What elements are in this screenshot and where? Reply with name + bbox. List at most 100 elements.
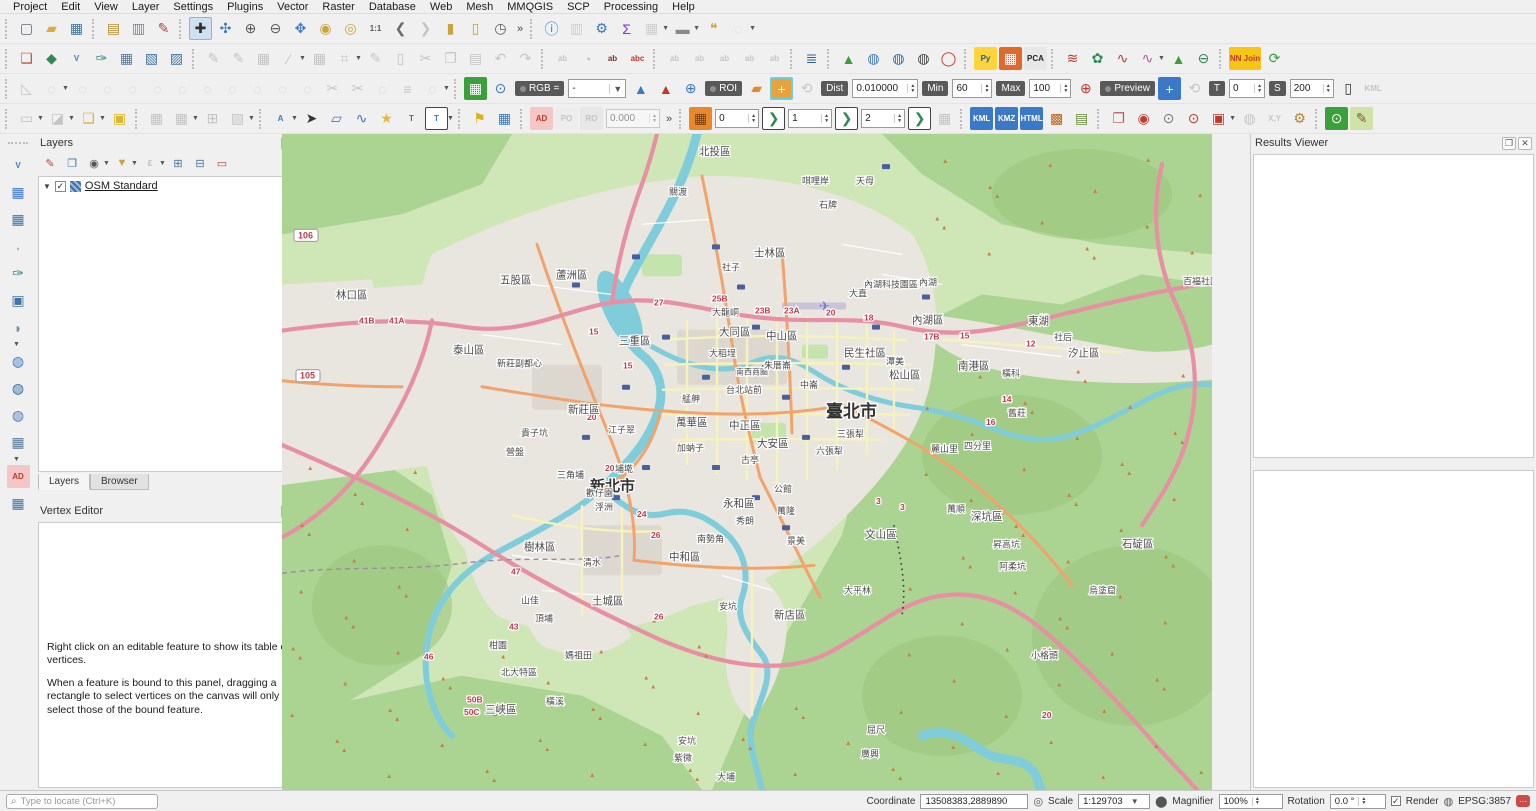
map-sheet-tool[interactable]: ▤ [1070,107,1093,130]
table-select-dropdown[interactable]: ▼ [192,115,200,122]
menu-settings[interactable]: Settings [166,1,220,13]
profile-plot-dock[interactable]: ∿ [1111,47,1134,70]
min-input[interactable]: 60▲▼ [952,79,992,98]
zoom-to-roi[interactable]: ⊕ [679,77,702,100]
new-project[interactable]: ▢ [15,17,38,40]
open-project[interactable]: ▰ [40,17,63,40]
toolbar-drag-handle[interactable] [1219,49,1225,69]
locator-search[interactable]: ⌕ Type to locate (Ctrl+K) [6,794,158,809]
t-input[interactable]: 0▲▼ [1229,79,1265,98]
wrench-tool[interactable]: ⚙ [1288,107,1311,130]
ad-tool[interactable]: AD [530,107,553,130]
spectral-signature-detail[interactable]: ▲ [654,77,677,100]
add-postgis-layer[interactable]: ◗ [7,316,30,339]
zoom-out[interactable]: ⊖ [264,17,287,40]
add-virtual-layer-dropdown[interactable]: ▼ [13,456,21,463]
zoom-full[interactable]: ✥ [289,17,312,40]
menu-layer[interactable]: Layer [125,1,167,13]
messages-icon[interactable]: ··· [1516,795,1530,807]
toolbar-drag-handle[interactable] [92,19,98,39]
menu-database[interactable]: Database [362,1,423,13]
topology-checker[interactable]: ◯ [937,47,960,70]
layer-checkbox[interactable]: ✓ [55,181,66,192]
pan-map[interactable]: ✚ [189,17,212,40]
add-raster-layer[interactable]: ▦ [7,181,30,204]
osm-edit-tool[interactable]: ✎ [1350,107,1373,130]
coordinate-input[interactable]: 13508383,2889890 [920,794,1028,809]
layer-swap-dock[interactable]: ≋ [1061,47,1084,70]
deselect-all[interactable]: ❏ [77,107,100,130]
new-print-layout[interactable]: ▤ [102,17,125,40]
toolbar-drag-handle[interactable] [454,79,460,99]
vertex-tool-dropdown[interactable]: ▼ [355,55,363,62]
open-attribute-table-dropdown[interactable]: ▼ [662,25,670,32]
nn-join[interactable]: NN Join [1229,47,1261,70]
menu-view[interactable]: View [87,1,125,13]
deselect-all-dropdown[interactable]: ▼ [99,115,107,122]
menu-mesh[interactable]: Mesh [459,1,500,13]
select-features-dropdown[interactable]: ▼ [37,115,45,122]
leaf-layers-dock[interactable]: ✿ [1086,47,1109,70]
export-kml[interactable]: KML [970,107,993,130]
new-geopackage-layer[interactable]: ◆ [40,47,63,70]
dist-input[interactable]: 0.010000▲▼ [852,79,918,98]
tolerance-input[interactable]: 0.000▲▼ [606,109,660,128]
new-memory-layer[interactable]: ▨ [165,47,188,70]
metasearch[interactable]: ▲ [837,47,860,70]
lock-scale-icon[interactable]: ⬤ [1155,795,1167,808]
menu-plugins[interactable]: Plugins [220,1,270,13]
add-delimited-text-layer[interactable]: , [7,235,30,258]
add-feature-dropdown[interactable]: ▼ [299,55,307,62]
apply-band-0[interactable]: ❯ [762,107,785,130]
toolbar-drag-handle[interactable] [5,79,11,99]
export-html[interactable]: HTML [1020,107,1043,130]
zoom-to-selection[interactable]: ◉ [314,17,337,40]
toolbar-drag-handle[interactable] [5,19,11,39]
new-spatialite-layer[interactable]: ✑ [90,47,113,70]
show-layout-manager[interactable]: ▥ [127,17,150,40]
zoom-native[interactable]: 1:1 [364,17,387,40]
sum-line-lengths[interactable]: Σ [615,17,638,40]
zoom-to-layer[interactable]: ◎ [339,17,362,40]
band-1-input[interactable]: 1▲▼ [788,109,832,128]
new-virtual-layer[interactable]: ▧ [140,47,163,70]
preview-add[interactable]: + [1158,77,1181,100]
toolbar-drag-handle[interactable] [530,19,536,39]
menu-help[interactable]: Help [665,1,702,13]
add-table[interactable]: ▦ [7,492,30,515]
show-spatial-bookmarks[interactable]: ▯ [464,17,487,40]
add-virtual-layer[interactable]: ▦ [7,431,30,454]
toolbar-drag-handle[interactable] [541,49,547,69]
tab-layers[interactable]: Layers [38,474,90,490]
add-mesh-layer[interactable]: ▦ [7,208,30,231]
extent-capture-icon[interactable]: ◎ [1033,795,1043,808]
epsg-code[interactable]: EPSG:3857 [1458,796,1511,807]
toolbar-drag-handle[interactable] [1097,109,1103,129]
add-spatialite-layer[interactable]: ✑ [7,262,30,285]
pca-tool[interactable]: PCA [1024,47,1047,70]
roi-add[interactable]: + [770,77,793,100]
select-region-points[interactable]: ▣ [1207,107,1230,130]
toolbar-drag-handle[interactable] [653,49,659,69]
toolbar-drag-handle[interactable] [827,49,833,69]
crs-globe-icon[interactable]: ◍ [1444,795,1454,808]
toolbar-drag-handle[interactable] [5,49,11,69]
scp-bandset[interactable]: ▦ [464,77,487,100]
new-spatial-bookmark[interactable]: ▮ [439,17,462,40]
toolbar-drag-handle[interactable] [8,142,28,148]
scale-combo[interactable]: 1:129703▼ [1078,794,1150,809]
menu-processing[interactable]: Processing [597,1,665,13]
filter-legend-dropdown[interactable]: ▼ [131,160,139,167]
menu-raster[interactable]: Raster [315,1,361,13]
select-region-points-dropdown[interactable]: ▼ [1229,115,1237,122]
temporal-controller[interactable]: ◷ [489,17,512,40]
toolbar-drag-handle[interactable] [679,109,685,129]
copy-canvas[interactable]: ❐ [1107,107,1130,130]
add-wms-layer[interactable]: ◍ [7,350,30,373]
red-pin-tool[interactable]: ◉ [1132,107,1155,130]
add-polygon-annotation[interactable]: ▱ [325,107,348,130]
text-annotation-dialog-dropdown[interactable]: ▼ [447,115,455,122]
scp-plugin[interactable]: ▦ [999,47,1022,70]
web-service-search[interactable]: ◍ [887,47,910,70]
identify-plugin-dropdown[interactable]: ▼ [749,25,757,32]
